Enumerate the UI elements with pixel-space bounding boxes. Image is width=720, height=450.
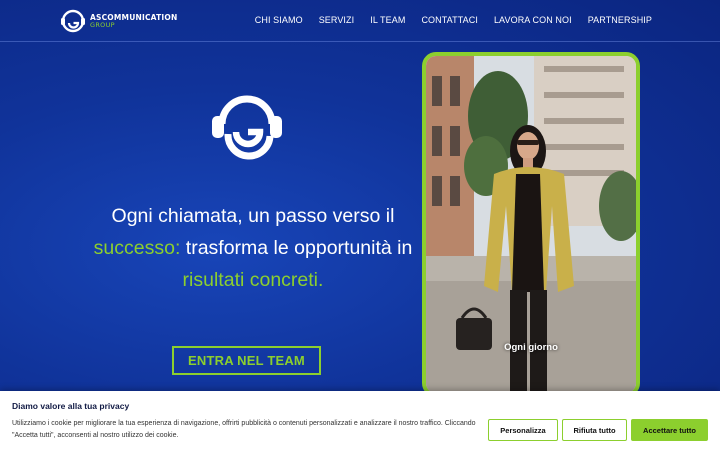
headline-accent-successo: successo: <box>93 237 181 259</box>
nav-lavora-con-noi[interactable]: LAVORA CON NOI <box>494 15 572 25</box>
nav-partnership[interactable]: PARTNERSHIP <box>588 15 652 25</box>
headset-g-icon <box>208 86 286 169</box>
headline-part2: trasforma le opportunità in <box>180 237 413 259</box>
cookie-title: Diamo valore alla tua privacy <box>12 401 130 411</box>
nav-contattaci[interactable]: CONTATTACI <box>421 15 478 25</box>
video-caption: Ogni giorno <box>504 342 558 353</box>
main-nav: CHI SIAMO SERVIZI IL TEAM CONTATTACI LAV… <box>255 15 652 25</box>
headline-part1: Ogni chiamata, un passo verso il <box>111 205 395 227</box>
cookie-text: Utilizziamo i cookie per migliorare la t… <box>12 420 476 439</box>
site-header: ASCOMMUNICATION GROUP CHI SIAMO SERVIZI … <box>0 0 720 42</box>
cookie-banner: Diamo valore alla tua privacy Utilizziam… <box>0 391 720 450</box>
accept-all-button[interactable]: Accettare tutto <box>631 419 708 441</box>
nav-il-team[interactable]: IL TEAM <box>370 15 405 25</box>
site-logo[interactable]: ASCOMMUNICATION GROUP <box>60 8 177 34</box>
nav-servizi[interactable]: SERVIZI <box>319 15 355 25</box>
nav-chi-siamo[interactable]: CHI SIAMO <box>255 15 303 25</box>
reject-all-button[interactable]: Rifiuta tutto <box>562 419 627 441</box>
customize-cookies-button[interactable]: Personalizza <box>488 419 558 441</box>
headline-accent-risultati: risultati concreti. <box>182 269 324 291</box>
logo-name: ASCOMMUNICATION <box>90 12 178 22</box>
hero-headline: Ogni chiamata, un passo verso il success… <box>88 200 418 296</box>
join-team-button[interactable]: ENTRA NEL TEAM <box>172 346 321 375</box>
logo-headset-icon <box>61 9 85 33</box>
logo-group: GROUP <box>90 21 115 29</box>
hero-video[interactable]: Ogni giorno <box>422 52 640 397</box>
